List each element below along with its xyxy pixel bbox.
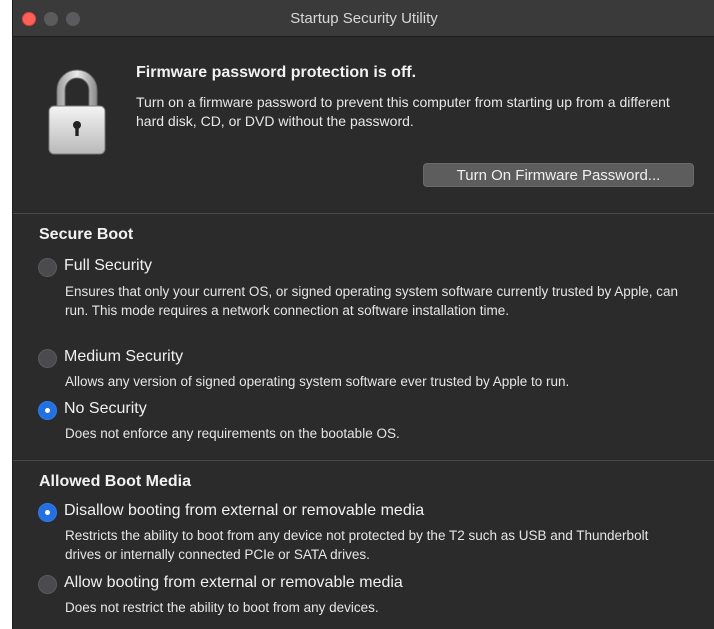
no-security-radio[interactable]	[38, 401, 57, 420]
disallow-external-boot-label[interactable]: Disallow booting from external or remova…	[64, 502, 424, 520]
firmware-password-section: Firmware password protection is off. Tur…	[13, 37, 714, 214]
startup-security-window: Startup Security Utility Firmware passwo…	[12, 0, 714, 629]
disallow-external-boot-description: Restricts the ability to boot from any d…	[65, 528, 649, 562]
disallow-external-boot-radio[interactable]	[38, 503, 57, 522]
allow-external-boot-description: Does not restrict the ability to boot fr…	[65, 600, 379, 615]
full-security-label[interactable]: Full Security	[64, 257, 152, 275]
firmware-status-title: Firmware password protection is off.	[136, 64, 417, 81]
allow-external-boot-radio[interactable]	[38, 575, 57, 594]
no-security-description: Does not enforce any requirements on the…	[65, 426, 400, 441]
boot-media-heading: Allowed Boot Media	[39, 473, 191, 490]
turn-on-firmware-password-button[interactable]: Turn On Firmware Password...	[423, 163, 694, 187]
medium-security-radio[interactable]	[38, 349, 57, 368]
section-divider	[13, 460, 714, 461]
lock-icon	[48, 69, 106, 155]
full-security-description: Ensures that only your current OS, or si…	[65, 284, 679, 318]
allow-external-boot-label[interactable]: Allow booting from external or removable…	[64, 574, 403, 592]
no-security-label[interactable]: No Security	[64, 400, 147, 418]
secure-boot-heading: Secure Boot	[39, 226, 134, 243]
window-title: Startup Security Utility	[290, 10, 438, 27]
firmware-description: Turn on a firmware password to prevent t…	[136, 94, 670, 129]
medium-security-label[interactable]: Medium Security	[64, 348, 183, 366]
full-security-radio[interactable]	[38, 258, 57, 277]
medium-security-description: Allows any version of signed operating s…	[65, 374, 570, 389]
title-bar[interactable]: Startup Security Utility	[13, 0, 714, 37]
